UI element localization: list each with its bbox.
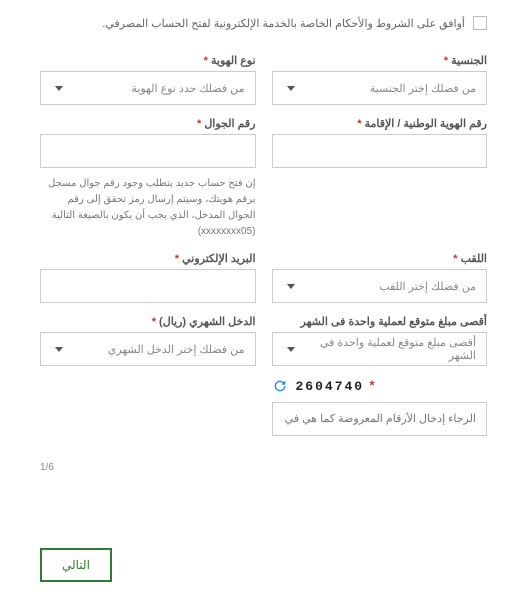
label-national-id: رقم الهوية الوطنية / الإقامة * xyxy=(272,117,488,130)
consent-label: أوافق على الشروط والأحكام الخاصة بالخدمة… xyxy=(102,17,465,30)
chevron-down-icon xyxy=(55,86,63,91)
chevron-down-icon xyxy=(287,86,295,91)
helper-mobile: إن فتح حساب جديد يتطلب وجود رقم جوال مسج… xyxy=(40,176,256,240)
field-email: البريد الإلكتروني * xyxy=(40,252,256,303)
pager: 1/6 xyxy=(40,462,487,473)
field-mobile: رقم الجوال * إن فتح حساب جديد يتطلب وجود… xyxy=(40,117,256,240)
input-mobile[interactable] xyxy=(40,134,256,168)
label-nationality: الجنسية * xyxy=(272,54,488,67)
captcha-block: 2604740 xyxy=(272,378,488,436)
label-income: الدخل الشهري (ريال) * xyxy=(40,315,256,328)
form-grid: الجنسية * من فضلك إختر الجنسية نوع الهوي… xyxy=(40,54,487,436)
input-national-id[interactable] xyxy=(272,134,488,168)
consent-row: أوافق على الشروط والأحكام الخاصة بالخدمة… xyxy=(40,16,487,30)
input-email[interactable] xyxy=(40,269,256,303)
select-title[interactable]: من فضلك إختر اللقب xyxy=(272,269,488,303)
chevron-down-icon xyxy=(287,284,295,289)
label-max-amount: أقصى مبلغ متوقع لعملية واحدة فى الشهر xyxy=(272,315,488,328)
label-mobile: رقم الجوال * xyxy=(40,117,256,130)
field-id-type: نوع الهوية * من فضلك حدد نوع الهوية xyxy=(40,54,256,105)
label-title: اللقب * xyxy=(272,252,488,265)
label-id-type: نوع الهوية * xyxy=(40,54,256,67)
field-nationality: الجنسية * من فضلك إختر الجنسية xyxy=(272,54,488,105)
footer: التالي xyxy=(40,548,112,582)
field-income: الدخل الشهري (ريال) * من فضلك إختر الدخل… xyxy=(40,315,256,366)
chevron-down-icon xyxy=(287,347,295,352)
label-email: البريد الإلكتروني * xyxy=(40,252,256,265)
select-id-type[interactable]: من فضلك حدد نوع الهوية xyxy=(40,71,256,105)
field-national-id: رقم الهوية الوطنية / الإقامة * xyxy=(272,117,488,240)
select-nationality[interactable]: من فضلك إختر الجنسية xyxy=(272,71,488,105)
consent-checkbox[interactable] xyxy=(473,16,487,30)
select-max-amount[interactable]: أقصى مبلغ متوقع لعملية واحدة في الشهر xyxy=(272,332,488,366)
field-max-amount: أقصى مبلغ متوقع لعملية واحدة فى الشهر أق… xyxy=(272,315,488,366)
field-title: اللقب * من فضلك إختر اللقب xyxy=(272,252,488,303)
captcha-image: 2604740 xyxy=(296,379,378,394)
refresh-icon[interactable] xyxy=(272,378,288,394)
next-button[interactable]: التالي xyxy=(40,548,112,582)
select-income[interactable]: من فضلك إختر الدخل الشهري xyxy=(40,332,256,366)
input-captcha[interactable] xyxy=(272,402,488,436)
chevron-down-icon xyxy=(55,347,63,352)
